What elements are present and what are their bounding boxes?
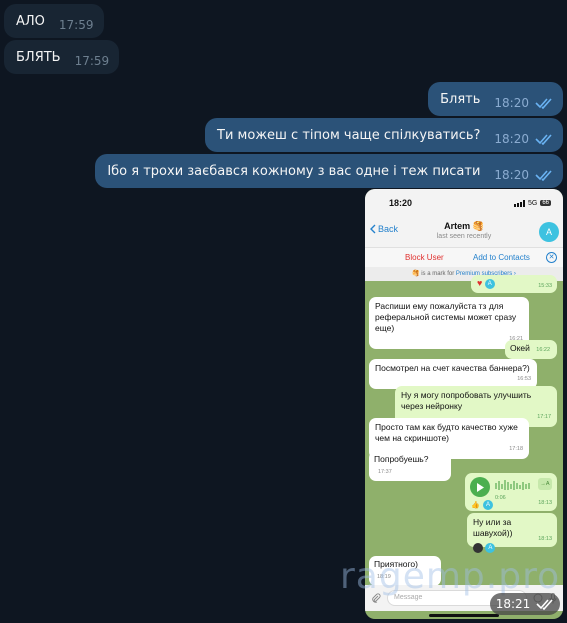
message-text: Ну я могу попробовать улучшить через ней… (401, 390, 532, 411)
transcribe-button[interactable]: →A (538, 478, 552, 490)
phone-status-bar: 18:20 5G 66 (365, 189, 563, 217)
message-time: 16:22 (536, 347, 551, 353)
chat-header: Back Artem 🥞 last seen recently A (365, 217, 563, 247)
voice-duration: 0:06 (495, 495, 506, 501)
message-text: Блять (440, 91, 481, 107)
reaction-message[interactable]: ♥ A 15:33 (471, 275, 557, 293)
signal-icon (513, 199, 525, 207)
message-text: Попробуешь? (374, 454, 429, 464)
contact-name: Artem 🥞 (444, 221, 484, 231)
message-text: БЛЯТЬ (16, 49, 61, 65)
read-checks-icon (536, 599, 553, 610)
message-time: 18:13 (538, 500, 552, 506)
read-checks-icon (535, 134, 552, 145)
last-seen: last seen recently (436, 233, 492, 240)
battery-icon: 66 (540, 200, 551, 206)
voice-message[interactable]: 0:06 →A 👍 A 18:13 (465, 473, 557, 511)
message-time: 17:59 (74, 54, 110, 68)
block-user-button[interactable]: Block User (405, 253, 444, 262)
outgoing-message[interactable]: Ібо я трохи заєбався кожному з вас одне … (95, 154, 563, 188)
message-time: 15:33 (538, 283, 552, 289)
screenshot-image[interactable]: 18:20 5G 66 Back Artem 🥞 last seen recen… (365, 189, 563, 619)
network-label: 5G (527, 199, 538, 207)
incoming-message[interactable]: БЛЯТЬ 17:59 (4, 40, 120, 74)
phone-message[interactable]: Попробуешь? 17:37 (369, 451, 451, 481)
message-text: Посмотрел на счет качества баннера?) (375, 363, 530, 373)
play-icon (477, 482, 484, 492)
phone-message[interactable]: Ну или за шавухой)) A 18:13 (467, 513, 557, 553)
close-icon[interactable]: ✕ (546, 252, 557, 263)
face-icon (473, 542, 483, 553)
avatar: A (483, 500, 493, 510)
message-time: 18:13 (538, 536, 552, 542)
message-text: АЛО (16, 13, 45, 29)
home-indicator (429, 614, 499, 617)
message-text: Просто там как будто качество хуже чем н… (375, 422, 518, 443)
message-text: Ти можеш с тіпом чаще спілкуватись? (217, 127, 481, 143)
message-time: 17:37 (378, 469, 392, 475)
incoming-message[interactable]: АЛО 17:59 (4, 4, 104, 38)
message-time: 17:59 (58, 18, 94, 32)
message-time: 18:20 (494, 132, 529, 146)
read-checks-icon (535, 98, 552, 109)
avatar[interactable]: A (539, 222, 559, 242)
phone-message[interactable]: Окей 16:22 (505, 340, 557, 359)
thumbs-up-icon: 👍 (471, 502, 480, 509)
premium-text: 🥞 is a mark for (412, 271, 455, 277)
phone-clock: 18:20 (389, 198, 413, 208)
phone-status-icons: 5G 66 (513, 199, 551, 207)
heart-icon: ♥ (477, 278, 483, 288)
add-contact-button[interactable]: Add to Contacts (473, 253, 530, 262)
avatar: A (484, 278, 495, 289)
message-time: 18:20 (494, 96, 529, 110)
image-timestamp: 18:21 (490, 593, 560, 615)
phone-message[interactable]: Посмотрел на счет качества баннера?) 16:… (369, 359, 537, 389)
message-text: Окей (510, 343, 530, 353)
outgoing-message[interactable]: Ти можеш с тіпом чаще спілкуватись? 18:2… (205, 118, 563, 152)
play-button[interactable] (470, 477, 490, 497)
phone-message[interactable]: Распиши ему пожалуйста тз для реферально… (369, 297, 529, 349)
watermark: ragemp.pro (340, 556, 561, 597)
avatar: A (485, 542, 496, 553)
waveform-icon (495, 480, 530, 490)
message-time: 16:53 (517, 376, 531, 382)
message-text: Распиши ему пожалуйста тз для реферально… (375, 301, 517, 333)
message-time: 18:20 (494, 168, 529, 182)
outgoing-message[interactable]: Блять 18:20 (428, 82, 563, 116)
read-checks-icon (535, 170, 552, 181)
contact-action-bar: Block User Add to Contacts ✕ (365, 247, 563, 267)
message-text: Ну или за шавухой)) (473, 517, 513, 538)
message-time: 16:21 (509, 336, 523, 342)
message-time: 18:21 (495, 597, 531, 611)
message-text: Ібо я трохи заєбався кожному з вас одне … (107, 163, 481, 179)
